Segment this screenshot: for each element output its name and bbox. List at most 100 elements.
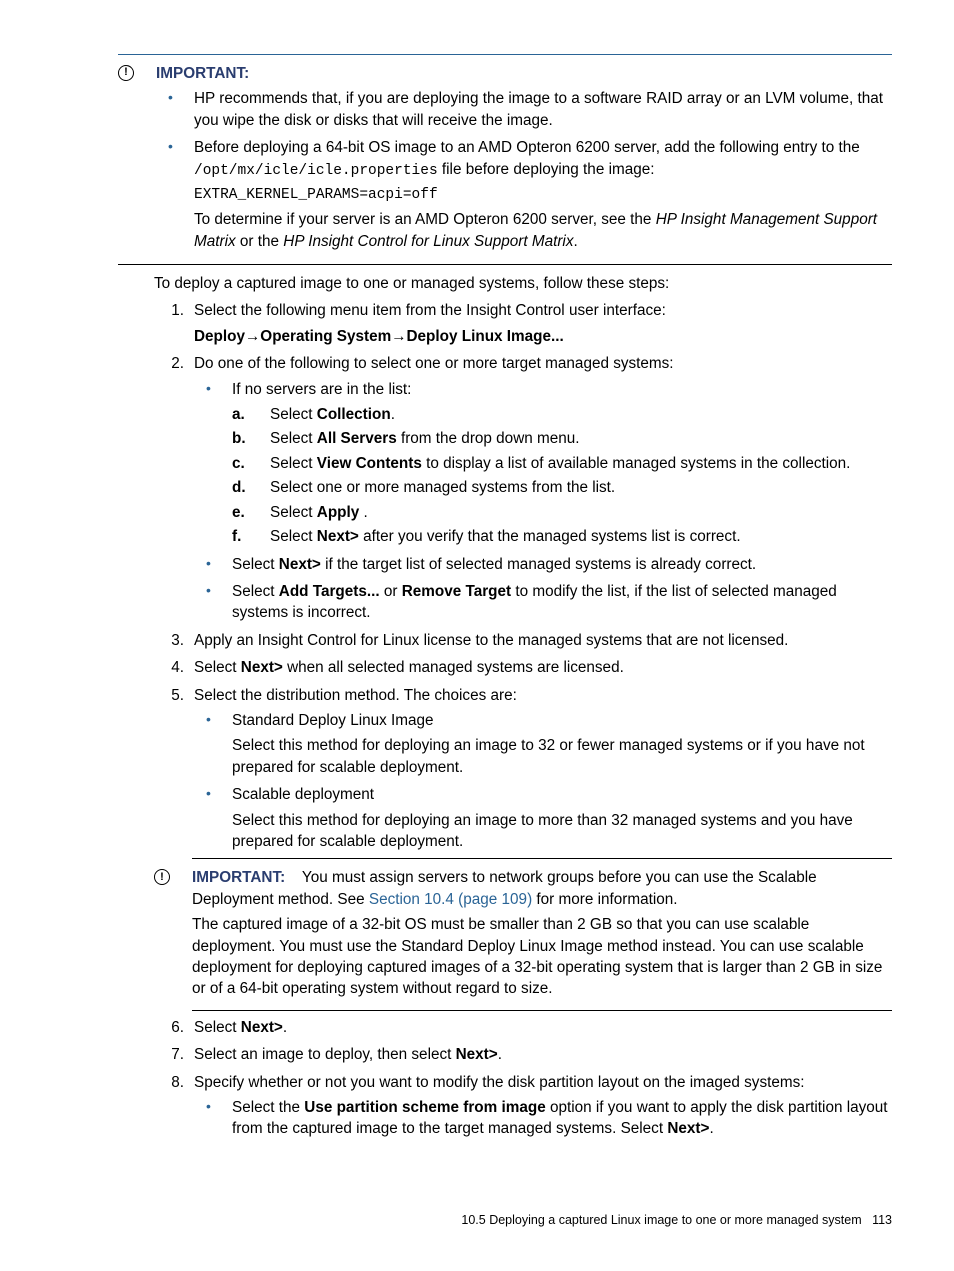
- ui-label: All Servers: [317, 430, 397, 447]
- text-block: Select this method for deploying an imag…: [232, 735, 892, 778]
- lettered-list: a.Select Collection. b.Select All Server…: [232, 404, 892, 547]
- text: .: [498, 1046, 502, 1063]
- intro-text: To deploy a captured image to one or man…: [154, 273, 892, 294]
- important-label: IMPORTANT:: [192, 869, 285, 886]
- text: .: [709, 1120, 713, 1137]
- text: Select one or more managed systems from …: [270, 479, 615, 496]
- list-item: b.Select All Servers from the drop down …: [232, 428, 892, 449]
- important-label: IMPORTANT:: [156, 63, 892, 84]
- text: If no servers are in the list:: [232, 381, 411, 398]
- text: from the drop down menu.: [397, 430, 580, 447]
- numbered-list: 1. Select the following menu item from t…: [154, 300, 892, 852]
- text: Select an image to deploy, then select: [194, 1046, 456, 1063]
- list-item: Select Next> if the target list of selec…: [194, 554, 892, 575]
- list-item: d.Select one or more managed systems fro…: [232, 477, 892, 498]
- text: .: [391, 406, 395, 423]
- text-block: The captured image of a 32-bit OS must b…: [192, 914, 892, 1000]
- list-item: 3.Apply an Insight Control for Linux lic…: [154, 630, 892, 651]
- text: .: [359, 504, 368, 521]
- ui-label: Next>: [241, 1019, 283, 1036]
- list-item: a.Select Collection.: [232, 404, 892, 425]
- text-block: To determine if your server is an AMD Op…: [194, 209, 892, 252]
- important-note-2: ! IMPORTANT: You must assign servers to …: [62, 867, 892, 1003]
- ui-label: Next>: [317, 528, 359, 545]
- ui-label: Next>: [456, 1046, 498, 1063]
- text: Scalable deployment: [232, 786, 374, 803]
- text: .: [573, 233, 577, 250]
- text: Select: [270, 406, 317, 423]
- cross-reference-link[interactable]: Section 10.4 (page 109): [369, 891, 532, 908]
- ui-label: Add Targets...: [279, 583, 380, 600]
- text: file before deploying the image:: [438, 161, 655, 178]
- divider: [192, 1010, 892, 1011]
- text: Apply an Insight Control for Linux licen…: [194, 632, 788, 649]
- menu-path: Deploy→Operating System→Deploy Linux Ima…: [194, 326, 892, 347]
- ui-label: Use partition scheme from image: [304, 1099, 545, 1116]
- divider: [118, 54, 892, 55]
- list-item: Select Add Targets... or Remove Target t…: [194, 581, 892, 624]
- text: after you verify that the managed system…: [359, 528, 741, 545]
- list-item: 5.Select the distribution method. The ch…: [154, 685, 892, 853]
- warning-icon: !: [118, 65, 134, 81]
- text: Select: [232, 556, 279, 573]
- list-item: 1. Select the following menu item from t…: [154, 300, 892, 347]
- list-item: c.Select View Contents to display a list…: [232, 453, 892, 474]
- text: Select: [270, 455, 317, 472]
- list-item: 7.Select an image to deploy, then select…: [154, 1044, 892, 1065]
- text: Select the: [232, 1099, 304, 1116]
- list-item: If no servers are in the list: a.Select …: [194, 379, 892, 548]
- list-item: Standard Deploy Linux Image Select this …: [194, 710, 892, 778]
- nested-list: If no servers are in the list: a.Select …: [194, 379, 892, 624]
- list-item: 8.Specify whether or not you want to mod…: [154, 1072, 892, 1140]
- text: Select: [270, 504, 317, 521]
- text: to display a list of available managed s…: [422, 455, 851, 472]
- list-item: Select the Use partition scheme from ima…: [194, 1097, 892, 1140]
- note-body: IMPORTANT: You must assign servers to ne…: [192, 867, 892, 1003]
- text: or: [380, 583, 402, 600]
- important-note-1: ! IMPORTANT: HP recommends that, if you …: [62, 63, 892, 258]
- text: .: [283, 1019, 287, 1036]
- text: Select: [232, 583, 279, 600]
- text: Standard Deploy Linux Image: [232, 712, 434, 729]
- text: To determine if your server is an AMD Op…: [194, 211, 656, 228]
- page-number: 113: [872, 1213, 892, 1227]
- divider: [118, 264, 892, 265]
- text: Select the distribution method. The choi…: [194, 687, 517, 704]
- footer-section: 10.5 Deploying a captured Linux image to…: [461, 1213, 861, 1227]
- text: Select: [270, 528, 317, 545]
- ui-label: Collection: [317, 406, 391, 423]
- text: Select the following menu item from the …: [194, 302, 666, 319]
- text: Select: [194, 659, 241, 676]
- text: when all selected managed systems are li…: [283, 659, 624, 676]
- text: Specify whether or not you want to modif…: [194, 1074, 805, 1091]
- steps-container-2: 6.Select Next>. 7.Select an image to dep…: [154, 1017, 892, 1140]
- list-item: 6.Select Next>.: [154, 1017, 892, 1038]
- steps-container: 1. Select the following menu item from t…: [154, 300, 892, 852]
- text: Before deploying a 64-bit OS image to an…: [194, 139, 860, 156]
- ui-label: Remove Target: [402, 583, 511, 600]
- warning-icon: !: [154, 869, 170, 885]
- document-page: ! IMPORTANT: HP recommends that, if you …: [0, 0, 954, 1271]
- ui-label: Apply: [317, 504, 360, 521]
- text: if the target list of selected managed s…: [321, 556, 756, 573]
- text: for more information.: [532, 891, 677, 908]
- list-item: 4.Select Next> when all selected managed…: [154, 657, 892, 678]
- text: Select: [194, 1019, 241, 1036]
- important-list: HP recommends that, if you are deploying…: [156, 88, 892, 252]
- code-path: /opt/mx/icle/icle.properties: [194, 163, 438, 179]
- list-item: f.Select Next> after you verify that the…: [232, 526, 892, 547]
- doc-title: HP Insight Control for Linux Support Mat…: [283, 233, 573, 250]
- divider: [192, 858, 892, 859]
- list-item: Scalable deployment Select this method f…: [194, 784, 892, 852]
- text: Select: [270, 430, 317, 447]
- list-item: 2. Do one of the following to select one…: [154, 353, 892, 623]
- list-item: e.Select Apply .: [232, 502, 892, 523]
- list-item: HP recommends that, if you are deploying…: [156, 88, 892, 131]
- text-block: Select this method for deploying an imag…: [232, 810, 892, 853]
- note-body: IMPORTANT: HP recommends that, if you ar…: [156, 63, 892, 258]
- ui-label: Next>: [241, 659, 283, 676]
- ui-label: Next>: [279, 556, 321, 573]
- numbered-list: 6.Select Next>. 7.Select an image to dep…: [154, 1017, 892, 1140]
- ui-label: Next>: [667, 1120, 709, 1137]
- nested-list: Select the Use partition scheme from ima…: [194, 1097, 892, 1140]
